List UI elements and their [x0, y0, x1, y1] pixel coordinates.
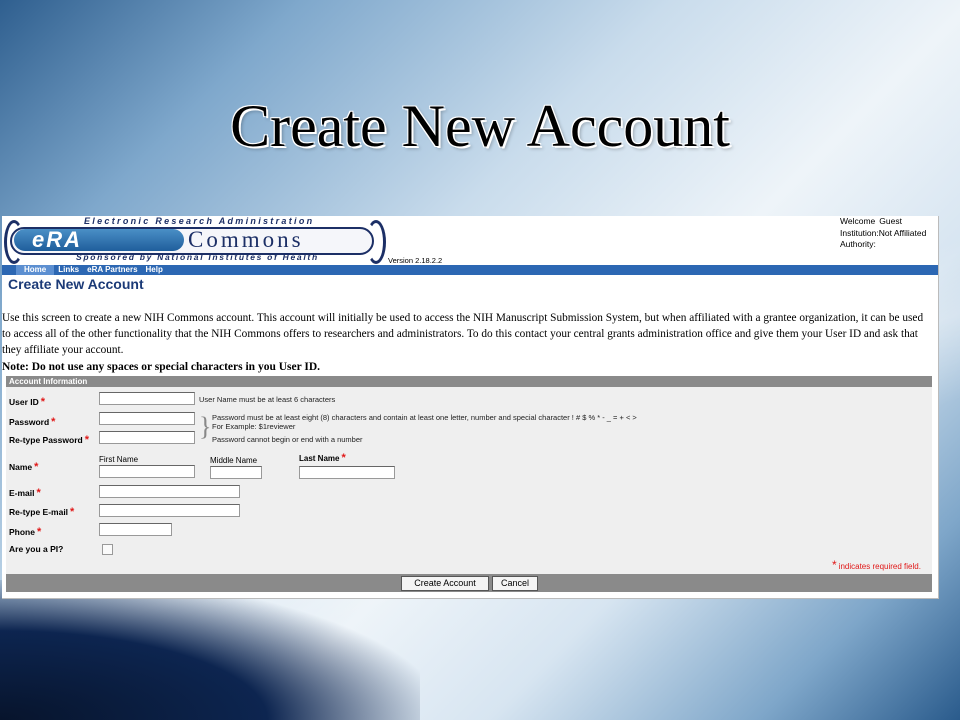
- email-input[interactable]: [99, 485, 240, 498]
- required-asterisk: *: [34, 461, 39, 473]
- password-label: Password *: [9, 416, 55, 428]
- email-label-text: E-mail: [9, 488, 35, 498]
- first-name-input[interactable]: [99, 465, 195, 478]
- nav-home[interactable]: Home: [16, 265, 55, 275]
- welcome-value: Guest: [879, 216, 902, 226]
- phone-input[interactable]: [99, 523, 172, 536]
- required-field-note-text: indicates required field.: [838, 562, 921, 571]
- required-field-note: * indicates required field.: [832, 558, 921, 572]
- logo-bottom-text: Sponsored by National Institutes of Heal…: [76, 252, 319, 262]
- user-id-input[interactable]: [99, 392, 195, 405]
- password-label-text: Password: [9, 417, 50, 427]
- user-id-hint: User Name must be at least 6 characters: [199, 395, 336, 404]
- logo-top-text: Electronic Research Administration: [84, 216, 315, 226]
- password-hint-number: Password cannot begin or end with a numb…: [212, 435, 363, 444]
- name-label-text: Name: [9, 462, 33, 472]
- nav-help[interactable]: Help: [142, 265, 167, 275]
- name-label: Name *: [9, 461, 38, 473]
- page-heading: Create New Account: [8, 276, 144, 292]
- cancel-button[interactable]: Cancel: [492, 576, 538, 591]
- institution-label: Institution:: [840, 227, 879, 238]
- era-commons-logo[interactable]: Electronic Research Administration eRA C…: [4, 216, 386, 268]
- account-information-panel: Account Information User ID * User Name m…: [6, 376, 932, 592]
- welcome-label: Welcome: [840, 216, 876, 226]
- user-id-label-text: User ID: [9, 397, 39, 407]
- required-asterisk: *: [70, 506, 75, 518]
- authority-label: Authority:: [840, 239, 876, 249]
- last-name-label: Last Name *: [299, 452, 346, 464]
- intro-paragraph: Use this screen to create a new NIH Comm…: [2, 312, 924, 356]
- middle-name-label: Middle Name: [210, 456, 258, 465]
- user-id-note: Note: Do not use any spaces or special c…: [2, 361, 321, 373]
- nav-links[interactable]: Links: [54, 265, 83, 275]
- background-corner: [0, 580, 420, 720]
- nav-bar: Home Links eRA Partners Help: [2, 265, 938, 275]
- retype-password-input[interactable]: [99, 431, 195, 444]
- retype-password-label: Re-type Password *: [9, 434, 89, 446]
- required-asterisk: *: [36, 487, 41, 499]
- last-name-label-text: Last Name: [299, 454, 340, 463]
- phone-label: Phone *: [9, 526, 41, 538]
- required-asterisk: *: [341, 452, 346, 464]
- middle-name-input[interactable]: [210, 466, 262, 479]
- section-header: Account Information: [6, 376, 932, 387]
- welcome-panel: Welcome Guest Institution:Not Affiliated …: [840, 216, 926, 251]
- last-name-input[interactable]: [299, 466, 395, 479]
- logo-era-text: eRA: [14, 229, 184, 251]
- required-asterisk: *: [40, 396, 46, 408]
- retype-email-input[interactable]: [99, 504, 240, 517]
- password-hint-brace: }: [199, 412, 212, 441]
- required-asterisk: *: [832, 558, 837, 572]
- required-asterisk: *: [51, 416, 56, 428]
- retype-email-label: Re-type E-mail *: [9, 506, 74, 518]
- phone-label-text: Phone: [9, 527, 35, 537]
- logo-commons-text: Commons: [188, 227, 304, 252]
- button-bar: Create Account Cancel: [6, 574, 932, 592]
- welcome-line: Welcome Guest: [840, 216, 926, 228]
- required-asterisk: *: [84, 434, 89, 446]
- institution-value: Not Affiliated: [878, 227, 927, 238]
- required-asterisk: *: [36, 526, 42, 538]
- authority-line: Authority:: [840, 239, 926, 251]
- create-account-button[interactable]: Create Account: [401, 576, 489, 591]
- retype-password-label-text: Re-type Password: [9, 435, 83, 445]
- password-input[interactable]: [99, 412, 195, 425]
- first-name-label: First Name: [99, 455, 139, 464]
- email-label: E-mail *: [9, 487, 41, 499]
- screenshot-window: Electronic Research Administration eRA C…: [2, 216, 939, 599]
- user-id-label: User ID *: [9, 396, 45, 408]
- password-hint-example: For Example: $1reviewer: [212, 422, 296, 431]
- nav-era-partners[interactable]: eRA Partners: [83, 265, 141, 275]
- slide-title: Create New Account: [230, 93, 730, 159]
- retype-email-label-text: Re-type E-mail: [9, 507, 69, 517]
- is-pi-label: Are you a PI?: [9, 544, 64, 554]
- is-pi-checkbox[interactable]: [102, 544, 113, 555]
- version-label: Version 2.18.2.2: [388, 256, 443, 265]
- institution-line: Institution:Not Affiliated: [840, 228, 926, 240]
